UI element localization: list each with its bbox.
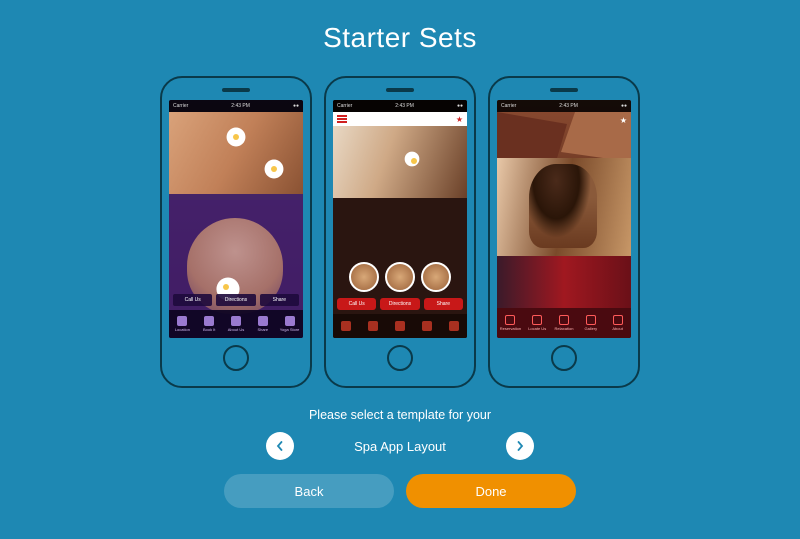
template-preview-row: Carrier2:43 PM●● Call Us Directions Shar… — [0, 76, 800, 388]
thumbnail[interactable] — [385, 262, 415, 292]
share-button[interactable]: Share — [424, 298, 463, 310]
star-icon[interactable]: ★ — [620, 116, 627, 125]
flower-icon — [405, 152, 419, 166]
reservation-icon — [505, 315, 515, 325]
tab-item[interactable] — [413, 314, 440, 338]
location-icon — [177, 316, 187, 326]
tab-book[interactable]: Book It — [196, 310, 223, 338]
thumbnail[interactable] — [421, 262, 451, 292]
phone-screen: Carrier2:43 PM●● ★ Call Us Directions Sh… — [333, 100, 467, 338]
previous-template-button[interactable] — [266, 432, 294, 460]
relaxation-icon — [559, 315, 569, 325]
tab-item[interactable] — [440, 314, 467, 338]
phone-speaker — [222, 88, 250, 92]
tab-share[interactable]: Share — [249, 310, 276, 338]
top-bar: ★ — [333, 112, 467, 126]
template-option-2[interactable]: Carrier2:43 PM●● ★ Call Us Directions Sh… — [324, 76, 476, 388]
hero-image — [169, 112, 303, 194]
tab-bar — [333, 314, 467, 338]
tab-bar: Reservation Locate Us Relaxation Gallery… — [497, 308, 631, 338]
phone-speaker — [386, 88, 414, 92]
share-icon — [258, 316, 268, 326]
circle-thumbnail-row — [333, 262, 467, 292]
next-template-button[interactable] — [506, 432, 534, 460]
about-icon — [613, 315, 623, 325]
status-bar: Carrier2:43 PM●● — [497, 100, 631, 112]
page-title: Starter Sets — [0, 0, 800, 54]
tab-bar: Location Book It About Us Share Yoga Sto… — [169, 310, 303, 338]
action-button-row: Call Us Directions Share — [173, 294, 299, 306]
action-button-row: Call Us Directions Share — [337, 298, 463, 310]
flower-icon — [265, 160, 283, 178]
tab-location[interactable]: Location — [169, 310, 196, 338]
directions-button[interactable]: Directions — [216, 294, 255, 306]
tab-locate[interactable]: Locate Us — [524, 308, 551, 338]
tab-item[interactable] — [333, 314, 360, 338]
tab-about[interactable]: About Us — [223, 310, 250, 338]
status-bar: Carrier2:43 PM●● — [333, 100, 467, 112]
tab-store[interactable]: Yoga Store — [276, 310, 303, 338]
action-button-row: Back Done — [0, 474, 800, 508]
call-us-button[interactable]: Call Us — [173, 294, 212, 306]
home-button-icon — [551, 345, 577, 371]
done-button[interactable]: Done — [406, 474, 576, 508]
tab-item[interactable] — [387, 314, 414, 338]
template-option-3[interactable]: Carrier2:43 PM●● ★ Reservation Locate Us… — [488, 76, 640, 388]
chevron-right-icon — [515, 441, 525, 451]
locate-icon — [532, 315, 542, 325]
template-switcher: Spa App Layout — [0, 432, 800, 460]
template-name-label: Spa App Layout — [330, 439, 470, 454]
tab-about[interactable]: About — [604, 308, 631, 338]
thumbnail[interactable] — [349, 262, 379, 292]
store-icon — [285, 316, 295, 326]
tab-relaxation[interactable]: Relaxation — [551, 308, 578, 338]
tab-gallery[interactable]: Gallery — [577, 308, 604, 338]
hero-image — [333, 126, 467, 198]
back-button[interactable]: Back — [224, 474, 394, 508]
book-icon — [204, 316, 214, 326]
call-us-button[interactable]: Call Us — [337, 298, 376, 310]
phone-speaker — [550, 88, 578, 92]
person-image — [529, 164, 597, 248]
phone-screen: Carrier2:43 PM●● ★ Reservation Locate Us… — [497, 100, 631, 338]
tab-item[interactable] — [360, 314, 387, 338]
home-button-icon — [223, 345, 249, 371]
phone-screen: Carrier2:43 PM●● Call Us Directions Shar… — [169, 100, 303, 338]
chevron-left-icon — [275, 441, 285, 451]
flower-icon — [227, 128, 245, 146]
gallery-icon — [586, 315, 596, 325]
directions-button[interactable]: Directions — [380, 298, 419, 310]
share-button[interactable]: Share — [260, 294, 299, 306]
menu-icon[interactable] — [337, 115, 347, 123]
template-option-1[interactable]: Carrier2:43 PM●● Call Us Directions Shar… — [160, 76, 312, 388]
instruction-text: Please select a template for your — [0, 408, 800, 422]
home-button-icon — [387, 345, 413, 371]
tab-reservation[interactable]: Reservation — [497, 308, 524, 338]
star-icon[interactable]: ★ — [456, 115, 463, 124]
status-bar: Carrier2:43 PM●● — [169, 100, 303, 112]
bottom-image — [497, 256, 631, 308]
about-icon — [231, 316, 241, 326]
